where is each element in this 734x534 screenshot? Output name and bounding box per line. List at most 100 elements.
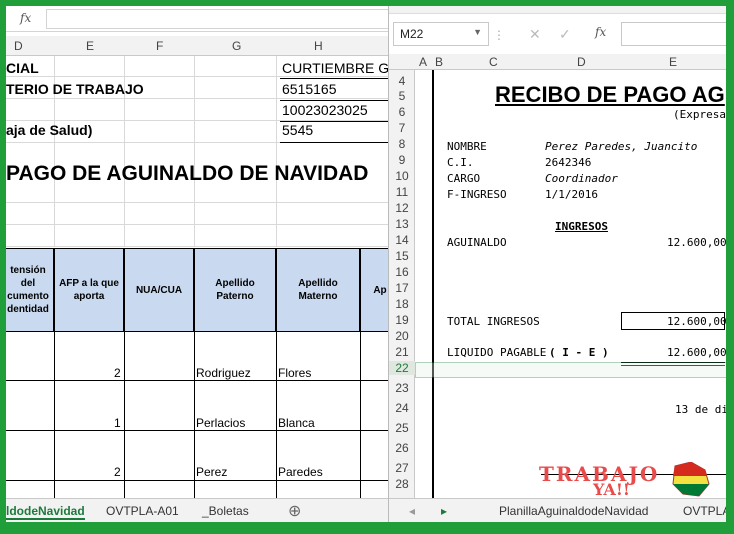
field-value[interactable]: 2642346 [545, 156, 591, 169]
row-number[interactable]: 18 [389, 297, 415, 311]
paterno-cell[interactable]: Perlacios [196, 416, 245, 430]
aguinaldo-label[interactable]: AGUINALDO [447, 236, 507, 249]
field-value[interactable]: Coordinador [545, 172, 618, 185]
table-header-paterno[interactable]: Apellido Paterno [194, 248, 276, 332]
field-label[interactable]: CARGO [447, 172, 480, 185]
materno-cell[interactable]: Blanca [278, 416, 315, 430]
table-header-nua[interactable]: NUA/CUA [124, 248, 194, 332]
sheet-tab[interactable]: OVTPLA [683, 504, 726, 518]
row-number[interactable]: 8 [389, 137, 415, 151]
field-label[interactable]: NOMBRE [447, 140, 487, 153]
receipt-title[interactable]: RECIBO DE PAGO AG [495, 82, 725, 108]
paterno-cell[interactable]: Perez [196, 465, 227, 479]
row-number[interactable]: 13 [389, 217, 415, 231]
add-sheet-icon[interactable]: ⊕ [288, 501, 301, 521]
formula-input[interactable] [621, 22, 726, 46]
sheet-title[interactable]: PAGO DE AGUINALDO DE NAVIDAD [6, 162, 368, 186]
label-cell[interactable]: aja de Salud) [6, 122, 92, 138]
field-label[interactable]: C.I. [447, 156, 474, 169]
row-number[interactable]: 26 [389, 441, 415, 455]
table-header-materno[interactable]: Apellido Materno [276, 248, 360, 332]
scroll-right-icon[interactable]: ▸ [441, 504, 447, 518]
col-header[interactable]: E [86, 39, 94, 53]
col-header[interactable]: H [314, 39, 323, 53]
value-cell[interactable]: 5545 [282, 122, 313, 138]
scroll-left-icon[interactable]: ◂ [409, 504, 415, 518]
sheet-tab-active[interactable]: ldodeNavidad [6, 504, 85, 520]
liquido-formula[interactable]: ( I - E ) [549, 346, 609, 359]
row-number[interactable]: 5 [389, 89, 415, 103]
function-icon[interactable]: fx [595, 25, 606, 39]
dropdown-icon[interactable]: ▼ [473, 27, 482, 37]
materno-cell[interactable]: Paredes [278, 465, 323, 479]
row-number[interactable]: 24 [389, 401, 415, 415]
row-number[interactable]: 27 [389, 461, 415, 475]
liquido-label[interactable]: LIQUIDO PAGABLE [447, 346, 546, 359]
field-value[interactable]: Perez Paredes, Juancito [545, 140, 697, 153]
row-number[interactable]: 4 [389, 74, 415, 88]
formula-bar: M22 ▼ ⋮ ✕ ✓ fx [389, 16, 726, 54]
function-icon[interactable]: fx [20, 11, 31, 25]
total-value[interactable]: 12.600,00 [667, 315, 726, 328]
label-cell[interactable]: CIAL [6, 60, 39, 76]
sheet-tabs: ldodeNavidad OVTPLA-A01 _Boletas ⊕ [6, 498, 394, 522]
liquido-value[interactable]: 12.600,00 [667, 346, 726, 359]
col-header[interactable]: C [489, 55, 498, 69]
value-cell[interactable]: 6515165 [282, 81, 337, 97]
materno-cell[interactable]: Flores [278, 366, 311, 380]
col-header[interactable]: B [435, 55, 443, 69]
sheet-tab[interactable]: PlanillaAguinaldodeNavidad [499, 504, 648, 518]
col-header[interactable]: D [577, 55, 586, 69]
logo-line2: YA!! [593, 480, 630, 499]
more-icon[interactable]: ⋮ [493, 28, 505, 42]
receipt-subtitle[interactable]: (Expresad [673, 108, 726, 121]
row-number[interactable]: 25 [389, 421, 415, 435]
border-line [432, 70, 434, 498]
afp-cell[interactable]: 2 [114, 465, 121, 479]
name-box[interactable]: M22 ▼ [393, 22, 489, 46]
sheet-tab[interactable]: _Boletas [202, 504, 249, 518]
label-cell[interactable]: TERIO DE TRABAJO [6, 81, 144, 97]
row-numbers: 4 5 6 7 8 9 10 11 12 13 14 15 16 17 18 19 20 21 22 23 24 25 26… [389, 70, 415, 498]
value-cell[interactable]: 10023023025 [282, 102, 368, 118]
row-number[interactable]: 20 [389, 329, 415, 343]
afp-cell[interactable]: 2 [114, 366, 121, 380]
field-label[interactable]: F-INGRESO [447, 188, 507, 201]
selected-row [415, 362, 726, 378]
row-number[interactable]: 17 [389, 281, 415, 295]
paterno-cell[interactable]: Rodriguez [196, 366, 251, 380]
total-label[interactable]: TOTAL INGRESOS [447, 315, 540, 328]
row-number[interactable]: 14 [389, 233, 415, 247]
row-number[interactable]: 12 [389, 201, 415, 215]
row-number[interactable]: 6 [389, 105, 415, 119]
row-number[interactable]: 28 [389, 477, 415, 491]
col-header[interactable]: E [669, 55, 677, 69]
col-header[interactable]: F [156, 39, 163, 53]
field-value[interactable]: 1/1/2016 [545, 188, 598, 201]
row-number[interactable]: 22 [389, 361, 415, 375]
row-number[interactable]: 9 [389, 153, 415, 167]
aguinaldo-value[interactable]: 12.600,00 [667, 236, 726, 249]
afp-cell[interactable]: 1 [114, 416, 121, 430]
sheet-tab[interactable]: OVTPLA-A01 [106, 504, 179, 518]
value-cell[interactable]: CURTIEMBRE G [282, 60, 389, 76]
column-headers: A B C D E [389, 54, 726, 70]
col-header[interactable]: G [232, 39, 241, 53]
table-header-afp[interactable]: AFP a la que aporta [54, 248, 124, 332]
col-header[interactable]: A [419, 55, 427, 69]
row-number[interactable]: 21 [389, 345, 415, 359]
table-header-ci[interactable]: tensión del cumento dentidad [6, 248, 54, 332]
row-number[interactable]: 7 [389, 121, 415, 135]
row-number[interactable]: 15 [389, 249, 415, 263]
confirm-icon[interactable]: ✓ [559, 26, 571, 43]
row-number[interactable]: 23 [389, 381, 415, 395]
row-number[interactable]: 19 [389, 313, 415, 327]
row-number[interactable]: 11 [389, 185, 415, 199]
col-header[interactable]: D [14, 39, 23, 53]
ingresos-header[interactable]: INGRESOS [555, 220, 608, 233]
row-number[interactable]: 16 [389, 265, 415, 279]
row-number[interactable]: 10 [389, 169, 415, 183]
date-text[interactable]: 13 de dici [675, 403, 726, 416]
cancel-icon[interactable]: ✕ [529, 26, 541, 43]
formula-input[interactable] [46, 9, 392, 29]
